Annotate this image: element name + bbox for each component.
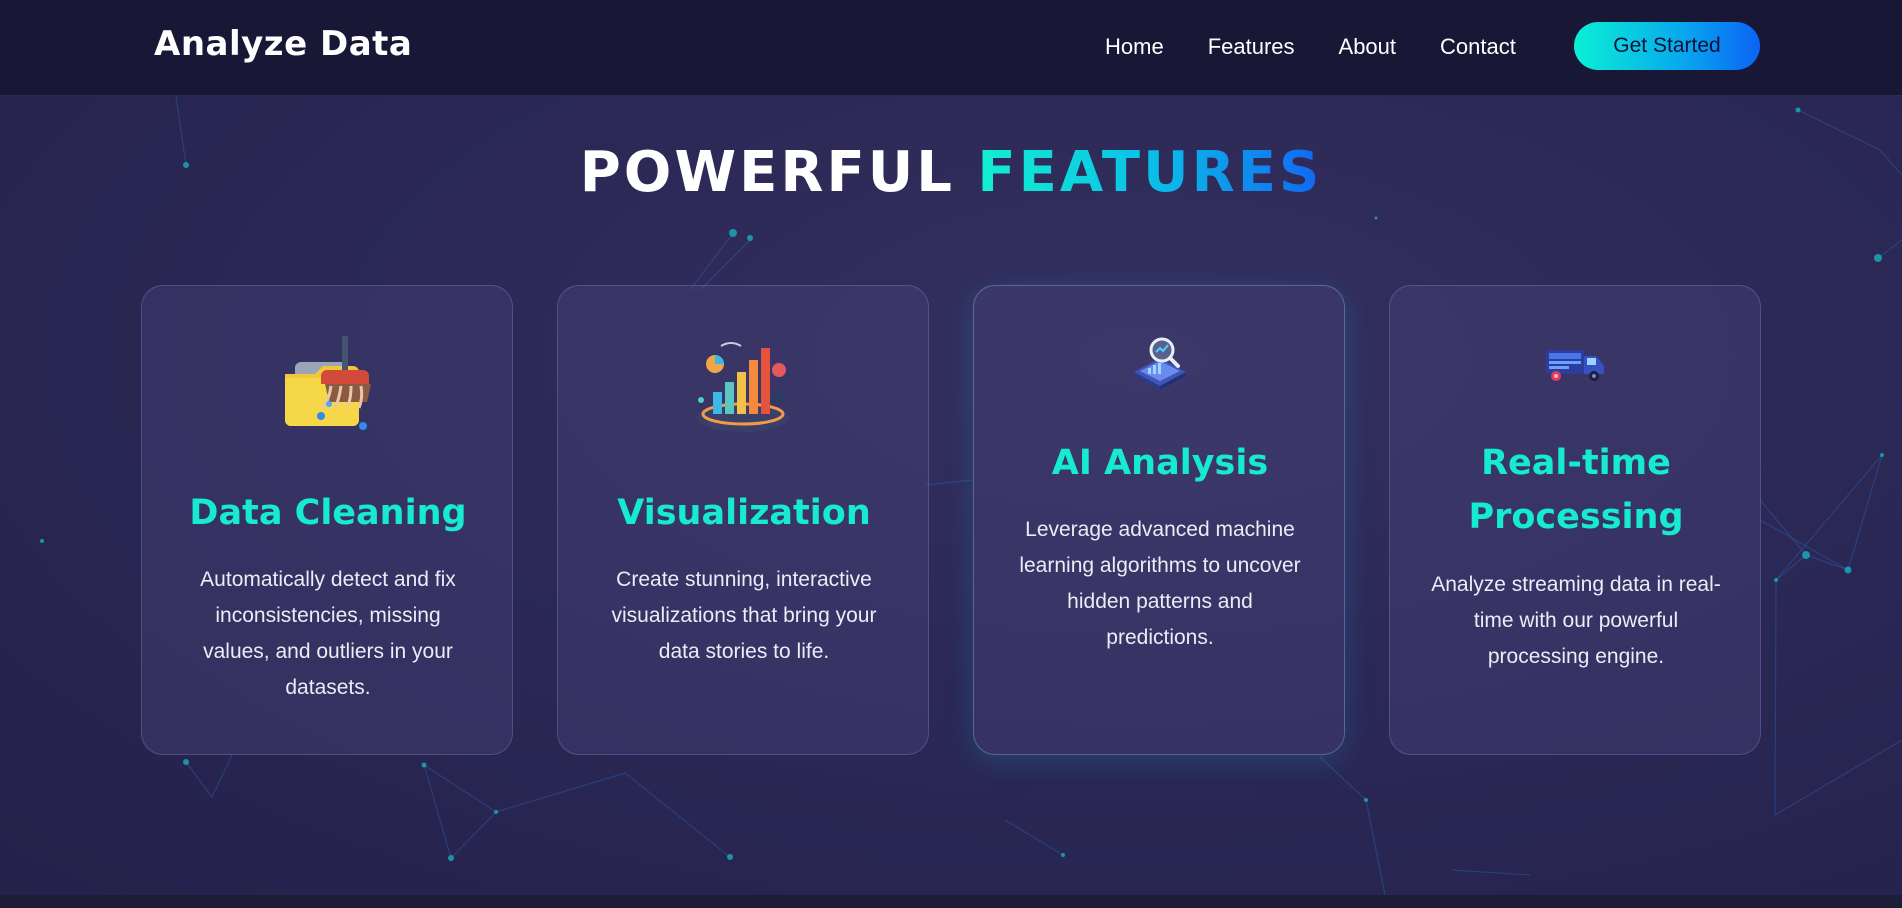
- feature-description: Automatically detect and fix inconsisten…: [200, 568, 456, 699]
- nav-link-features[interactable]: Features: [1208, 34, 1295, 60]
- nav-link-contact[interactable]: Contact: [1440, 34, 1516, 60]
- folder-broom-icon: [275, 334, 379, 438]
- laptop-magnifier-icon: [1128, 334, 1190, 396]
- section-title-part1: POWERFUL: [579, 140, 955, 205]
- bar-chart-3d-icon: [691, 334, 795, 438]
- feature-description: Create stunning, interactive visualizati…: [611, 568, 877, 663]
- feature-card-ai-analysis[interactable]: AI Analysis Leverage advanced machine le…: [973, 285, 1345, 755]
- feature-title: Data Cleaning: [189, 493, 467, 533]
- site-logo[interactable]: Analyze Data: [154, 24, 412, 64]
- section-title: POWERFUL FEATURES: [0, 140, 1902, 205]
- section-title-part2: FEATURES: [977, 140, 1323, 205]
- get-started-button[interactable]: Get Started: [1574, 22, 1760, 70]
- top-navbar: Analyze Data Home Features About Contact…: [0, 0, 1902, 96]
- data-truck-icon: [1544, 344, 1606, 384]
- feature-title: Visualization: [617, 493, 871, 533]
- nav-link-home[interactable]: Home: [1105, 34, 1164, 60]
- feature-card-real-time-processing[interactable]: Real-time Processing Analyze streaming d…: [1389, 285, 1761, 755]
- feature-description: Leverage advanced machine learning algor…: [1019, 518, 1301, 649]
- feature-card-visualization[interactable]: Visualization Create stunning, interacti…: [557, 285, 929, 755]
- nav-link-about[interactable]: About: [1339, 34, 1397, 60]
- feature-title: Real-time Processing: [1468, 443, 1684, 537]
- nav-links: Home Features About Contact: [1105, 34, 1516, 60]
- feature-title: AI Analysis: [1051, 443, 1269, 483]
- feature-card-data-cleaning[interactable]: Data Cleaning Automatically detect and f…: [141, 285, 513, 755]
- feature-description: Analyze streaming data in real-time with…: [1431, 573, 1721, 668]
- page-footer-strip: [0, 895, 1902, 908]
